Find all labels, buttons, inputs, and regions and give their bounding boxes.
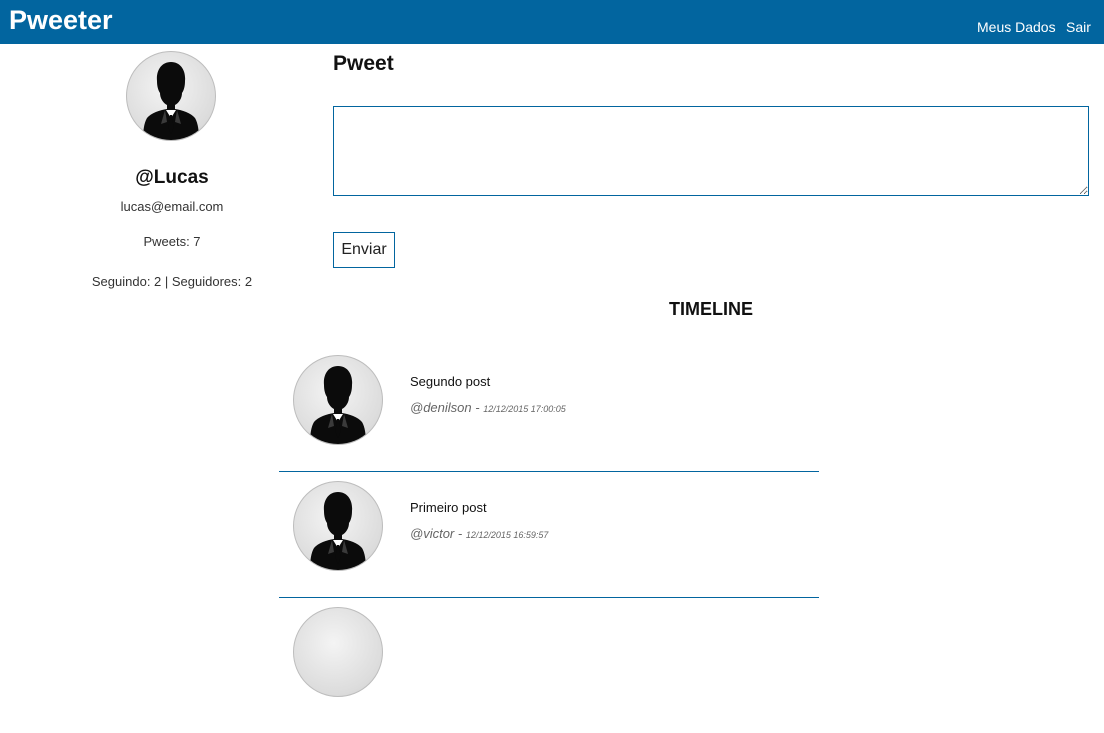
post-divider [279, 471, 819, 472]
timeline-title: TIMELINE [669, 299, 753, 319]
nav-meus-dados-link[interactable]: Meus Dados [977, 19, 1056, 35]
app-brand[interactable]: Pweeter [9, 5, 113, 36]
post-meta: @denilson - 12/12/2015 17:00:05 [410, 400, 566, 415]
nav-sair-link[interactable]: Sair [1066, 19, 1091, 35]
user-silhouette-icon [310, 366, 366, 444]
compose-title: Pweet [333, 52, 394, 75]
post-avatar [293, 355, 383, 445]
timeline-post: Primeiro post @victor - 12/12/2015 16:59… [279, 481, 819, 607]
profile-pweets-count: Pweets: 7 [143, 234, 201, 249]
profile-handle: @Lucas [135, 167, 209, 188]
post-author[interactable]: @victor [410, 526, 454, 541]
profile-follow-stats: Seguindo: 2 | Seguidores: 2 [91, 274, 253, 289]
post-text: Segundo post [410, 374, 491, 389]
timeline-post: Segundo post @denilson - 12/12/2015 17:0… [279, 355, 819, 481]
post-divider [279, 597, 819, 598]
post-separator: - [471, 400, 484, 415]
post-separator: - [454, 526, 466, 541]
post-text: Primeiro post [410, 500, 487, 515]
send-button[interactable]: Enviar [333, 232, 395, 268]
top-navbar: Pweeter Meus Dados Sair [0, 0, 1104, 44]
user-silhouette-icon [310, 492, 366, 570]
post-avatar [293, 481, 383, 571]
pweet-textarea[interactable] [333, 106, 1089, 196]
profile-avatar [126, 51, 216, 141]
profile-email: lucas@email.com [120, 199, 224, 214]
post-timestamp: 12/12/2015 17:00:05 [483, 404, 566, 414]
user-silhouette-icon [143, 62, 199, 140]
post-avatar [293, 607, 383, 697]
post-timestamp: 12/12/2015 16:59:57 [465, 530, 549, 540]
post-author[interactable]: @denilson [410, 400, 472, 415]
post-meta: @victor - 12/12/2015 16:59:57 [410, 526, 548, 541]
timeline-post [279, 607, 819, 733]
